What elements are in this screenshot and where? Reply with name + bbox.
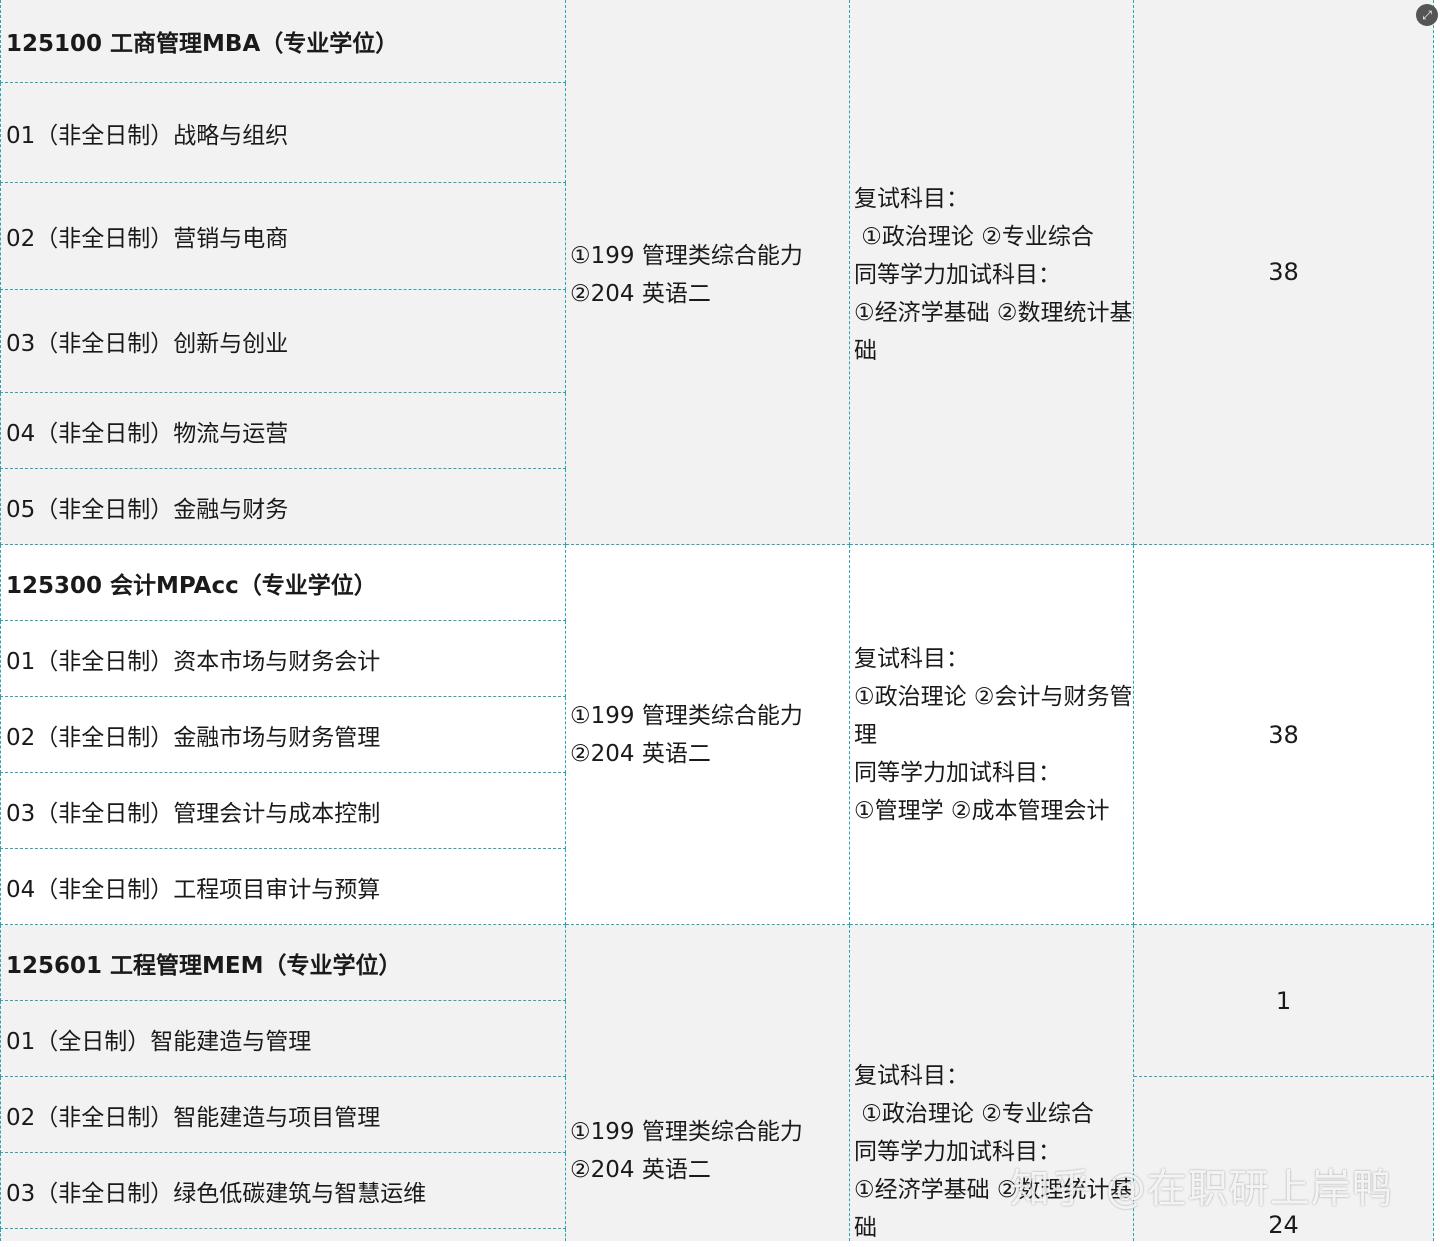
table-row: 04（非全日制）物流与运营 [0,393,566,469]
direction-label: 03（非全日制）绿色低碳建筑与智慧运维 [6,1180,427,1207]
exam-subject-line: ②204 英语二 [570,280,711,307]
table-row: 02（非全日制）营销与电商 [0,183,566,290]
table-row: 05（非全日制）金融与财务 [0,469,566,545]
quota-cell: 38 [1134,0,1434,545]
quota-value: 1 [1275,986,1292,1015]
watermark: 知乎 @在职研上岸鸭 [1010,1166,1393,1212]
table-row: 01（非全日制）资本市场与财务会计 [0,621,566,697]
exam-subject-line: ①199 管理类综合能力 [570,702,803,729]
retest-line: ①管理学 ②成本管理会计 [854,797,1110,824]
retest-line: ①政治理论 ②专业综合 [854,1101,1094,1127]
exam-subjects-cell: ①199 管理类综合能力 ②204 英语二 [566,925,850,1241]
exam-subject-line: ①199 管理类综合能力 [570,242,803,269]
retest-line: 复试科目： [854,645,969,672]
expand-icon[interactable]: ⤢ [1416,4,1438,26]
section-header-text: 125300 会计MPAcc（专业学位） [6,572,377,599]
retest-subjects-cell: 复试科目： ①政治理论 ②专业综合 同等学力加试科目： ①经济学基础 ②数理统计… [850,0,1134,545]
direction-label: 03（非全日制）创新与创业 [6,331,289,357]
exam-subject-line: ①199 管理类综合能力 [570,1119,803,1145]
direction-label: 02（非全日制）营销与电商 [6,226,289,252]
direction-label: 04（非全日制）物流与运营 [6,420,289,447]
direction-label: 01（全日制）智能建造与管理 [6,1028,312,1055]
retest-line: ①经济学基础 ②数理统计基 [854,299,1133,326]
direction-label: 05（非全日制）金融与财务 [6,496,289,523]
retest-line: ①政治理论 ②专业综合 [854,223,1094,250]
table-row: 01（全日制）智能建造与管理 [0,1001,566,1077]
table-row: 01（非全日制）战略与组织 [0,83,566,183]
quota-value: 38 [1268,720,1299,749]
table-row: 02（非全日制）智能建造与项目管理 [0,1077,566,1153]
direction-label: 03（非全日制）管理会计与成本控制 [6,800,381,827]
retest-line: 同等学力加试科目： [854,261,1061,288]
direction-label: 02（非全日制）智能建造与项目管理 [6,1104,381,1131]
table-row: 03（非全日制）管理会计与成本控制 [0,773,566,849]
retest-line: 理 [854,721,877,748]
quota-value: 38 [1268,258,1299,286]
direction-label: 04（非全日制）工程项目审计与预算 [6,876,381,903]
exam-subjects-cell: ①199 管理类综合能力 ②204 英语二 [566,0,850,545]
retest-line: 础 [854,337,877,364]
retest-line: ①政治理论 ②会计与财务管 [854,683,1133,710]
retest-line: 复试科目： [854,185,969,212]
table-row: 02（非全日制）金融市场与财务管理 [0,697,566,773]
quota-cell-fulltime: 1 [1134,925,1434,1077]
retest-line: 复试科目： [854,1063,969,1089]
direction-label: 01（非全日制）资本市场与财务会计 [6,648,381,675]
quota-cell: 38 [1134,545,1434,925]
table-row: 03（非全日制）创新与创业 [0,290,566,393]
exam-subject-line: ②204 英语二 [570,740,711,767]
retest-line: 础 [854,1215,877,1241]
exam-subjects-cell: ①199 管理类综合能力 ②204 英语二 [566,545,850,925]
direction-label: 01（非全日制）战略与组织 [6,122,289,149]
section-header-mba: 125100 工商管理MBA（专业学位） [0,0,566,83]
retest-line: 同等学力加试科目： [854,759,1061,786]
section-header-text: 125601 工程管理MEM（专业学位） [6,952,402,979]
table-row: 04（非全日制）工程项目审计与预算 [0,849,566,925]
table-row: 03（非全日制）绿色低碳建筑与智慧运维 [0,1153,566,1229]
section-header-mpacc: 125300 会计MPAcc（专业学位） [0,545,566,621]
exam-subject-line: ②204 英语二 [570,1157,711,1183]
section-header-mem: 125601 工程管理MEM（专业学位） [0,925,566,1001]
retest-subjects-cell: 复试科目： ①政治理论 ②会计与财务管 理 同等学力加试科目： ①管理学 ②成本… [850,545,1134,925]
section-header-text: 125100 工商管理MBA（专业学位） [6,31,399,57]
direction-label: 02（非全日制）金融市场与财务管理 [6,724,381,751]
quota-value: 24 [1268,1211,1299,1239]
table-row [0,1229,566,1241]
